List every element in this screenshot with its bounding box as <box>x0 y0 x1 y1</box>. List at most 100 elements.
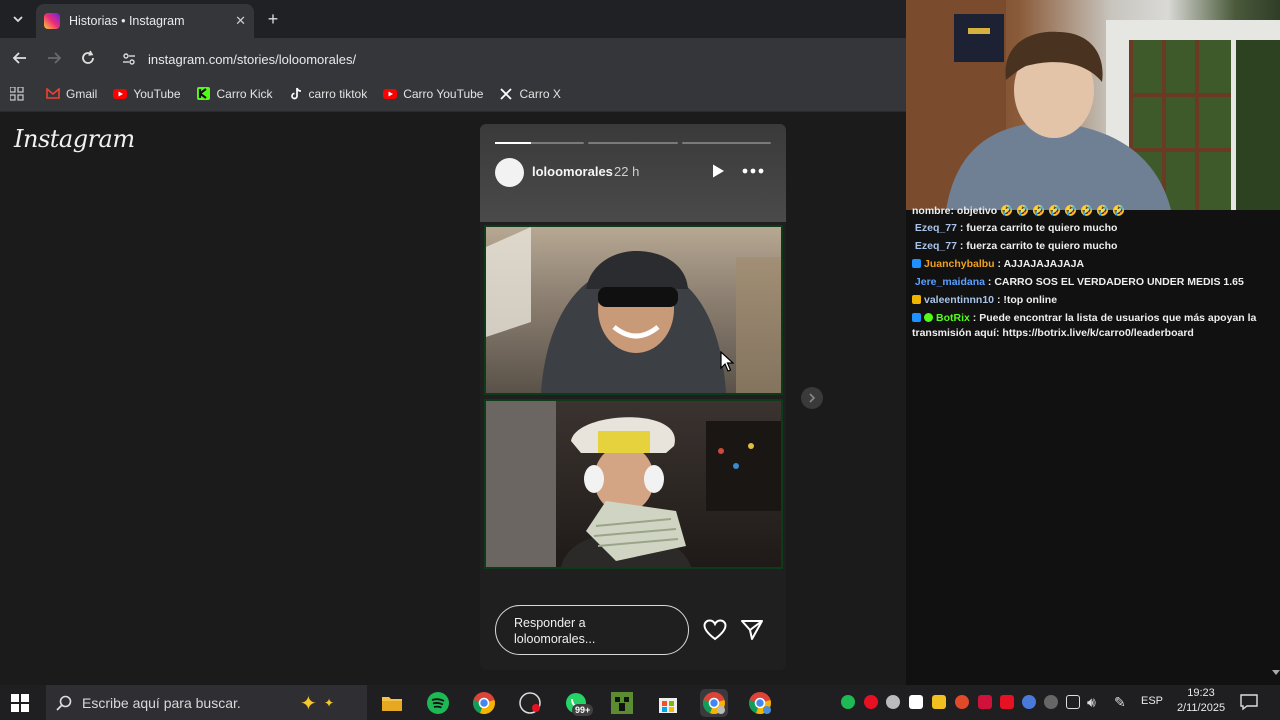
chat-message-text: fuerza carrito te quiero mucho <box>966 240 1118 252</box>
taskbar-chrome[interactable] <box>470 689 498 717</box>
scroll-down-icon[interactable] <box>1272 668 1280 676</box>
url-text: instagram.com/stories/loloomorales/ <box>148 51 357 67</box>
chat-username[interactable]: Ezeq_77 <box>915 222 957 234</box>
tab-close-icon[interactable]: ✕ <box>235 13 246 29</box>
story-progress-segment <box>588 142 678 144</box>
windows-logo-icon <box>11 694 29 712</box>
play-button[interactable] <box>710 163 726 179</box>
bookmark-carro-tiktok[interactable]: carro tiktok <box>289 87 367 101</box>
reload-button[interactable] <box>77 47 99 69</box>
apps-grid-icon <box>10 86 24 101</box>
new-tab-button[interactable]: + <box>262 8 284 30</box>
chat-username[interactable]: Ezeq_77 <box>915 240 957 252</box>
tray-shield-icon[interactable] <box>1000 695 1014 709</box>
taskbar-minecraft[interactable] <box>608 689 636 717</box>
search-icon <box>56 695 72 711</box>
paper-plane-icon <box>741 620 763 640</box>
story-username[interactable]: loloomorales <box>532 164 613 179</box>
apps-button[interactable] <box>10 86 24 101</box>
forward-button[interactable] <box>43 47 65 69</box>
verified-badge-icon <box>924 313 933 322</box>
tray-openai-icon[interactable] <box>886 695 900 709</box>
network-icon[interactable] <box>1066 695 1080 709</box>
taskbar-whatsapp[interactable]: 99+ <box>562 689 594 717</box>
story-viewer[interactable]: loloomorales 22 h Responder a loloomoral… <box>480 124 786 670</box>
notification-badge: 99+ <box>572 704 594 716</box>
bookmark-carro-youtube[interactable]: Carro YouTube <box>383 87 483 101</box>
folder-icon <box>382 697 402 711</box>
share-button[interactable] <box>741 619 763 641</box>
chevron-down-icon <box>13 16 23 23</box>
youtube-icon <box>113 87 128 101</box>
youtube-icon <box>383 87 398 101</box>
chevron-right-icon <box>809 393 816 403</box>
heart-icon <box>703 619 727 641</box>
more-options-button[interactable] <box>742 165 764 177</box>
taskbar-clock[interactable]: 19:23 2/11/2025 <box>1172 686 1230 716</box>
x-icon <box>499 87 513 101</box>
taskbar-chrome-profile-active[interactable] <box>700 689 728 717</box>
tray-app-yellow-icon[interactable] <box>932 695 946 709</box>
chat-message: Ezeq_77 : fuerza carrito te quiero mucho <box>914 240 1118 252</box>
start-button[interactable] <box>10 693 30 713</box>
browser-tab-active[interactable]: Historias • Instagram ✕ <box>36 4 254 38</box>
gmail-icon <box>46 87 60 101</box>
chat-message-text: !top online <box>1003 294 1058 306</box>
bookmark-carro-kick[interactable]: Carro Kick <box>197 87 273 101</box>
site-settings-icon[interactable] <box>120 50 138 68</box>
play-icon <box>713 164 724 178</box>
tab-strip: Historias • Instagram ✕ + <box>0 0 906 38</box>
tray-settings-icon[interactable] <box>1022 695 1036 709</box>
bookmark-gmail[interactable]: Gmail <box>46 87 97 101</box>
language-indicator[interactable]: ESP <box>1141 695 1163 707</box>
story-video-bottom <box>484 399 783 569</box>
taskbar-chrome-profile-2[interactable] <box>746 689 774 717</box>
subscriber-badge-icon <box>912 313 921 322</box>
obs-icon <box>519 692 541 714</box>
address-bar[interactable]: instagram.com/stories/loloomorales/ <box>112 44 900 74</box>
story-reply-input[interactable]: Responder a loloomorales... <box>495 605 689 655</box>
tray-app-orange-icon[interactable] <box>955 695 969 709</box>
tray-app-red-icon[interactable] <box>864 695 878 709</box>
webcam-overlay <box>906 0 1280 210</box>
chat-username[interactable]: BotRix <box>936 312 970 324</box>
bookmark-youtube[interactable]: YouTube <box>113 87 181 101</box>
tray-steam-icon[interactable] <box>1044 695 1058 709</box>
tray-app-white-icon[interactable] <box>909 695 923 709</box>
notification-center-button[interactable] <box>1240 693 1258 711</box>
gift-badge-icon <box>912 295 921 304</box>
tab-title: Historias • Instagram <box>69 14 185 28</box>
more-dots-icon <box>742 168 764 174</box>
taskbar-obs[interactable] <box>516 689 544 717</box>
taskbar-spotify[interactable] <box>424 689 452 717</box>
back-button[interactable] <box>9 47 31 69</box>
chat-message: Ezeq_77 : fuerza carrito te quiero mucho <box>914 222 1118 234</box>
volume-icon[interactable]: 🔊︎ <box>1087 694 1096 711</box>
bookmark-carro-x[interactable]: Carro X <box>499 87 561 101</box>
chat-message-text: CARRO SOS EL VERDADERO UNDER MEDIS 1.65 <box>994 276 1244 288</box>
chat-username[interactable]: valeentinnn10 <box>924 294 994 306</box>
tab-search-dropdown-button[interactable] <box>6 8 30 30</box>
tray-app-crimson-icon[interactable] <box>978 695 992 709</box>
tray-spotify-icon[interactable] <box>841 695 855 709</box>
like-button[interactable] <box>703 619 727 641</box>
instagram-logo[interactable]: Instagram <box>14 125 135 153</box>
taskbar-search-box[interactable]: Escribe aquí para buscar. ✦ ✦ <box>46 685 367 720</box>
taskbar-microsoft-store[interactable] <box>654 689 682 717</box>
stream-chat-panel: nombre: objetivo 🤣 🤣 🤣 🤣 🤣 🤣 🤣 🤣 Ezeq_77… <box>906 205 1280 685</box>
mouse-cursor-icon <box>720 351 734 373</box>
chat-message-text: AJJAJAJAJAJA <box>1003 258 1085 270</box>
arrow-left-icon <box>12 52 26 64</box>
chat-username[interactable]: Juanchybalbu <box>924 258 995 270</box>
clock-time: 19:23 <box>1187 687 1215 699</box>
chat-username[interactable]: Jere_maidana <box>915 276 985 288</box>
pen-icon[interactable]: ✎ <box>1114 694 1126 711</box>
avatar[interactable] <box>495 158 524 187</box>
chrome-profile-icon <box>703 692 725 715</box>
story-progress-segment <box>681 142 771 144</box>
store-icon <box>659 698 677 713</box>
taskbar-file-explorer[interactable] <box>378 689 406 717</box>
chat-message-text: fuerza carrito te quiero mucho <box>966 222 1118 234</box>
next-story-button[interactable] <box>801 387 823 409</box>
instagram-page: Instagram loloomorales 22 h Responder a … <box>0 113 906 685</box>
